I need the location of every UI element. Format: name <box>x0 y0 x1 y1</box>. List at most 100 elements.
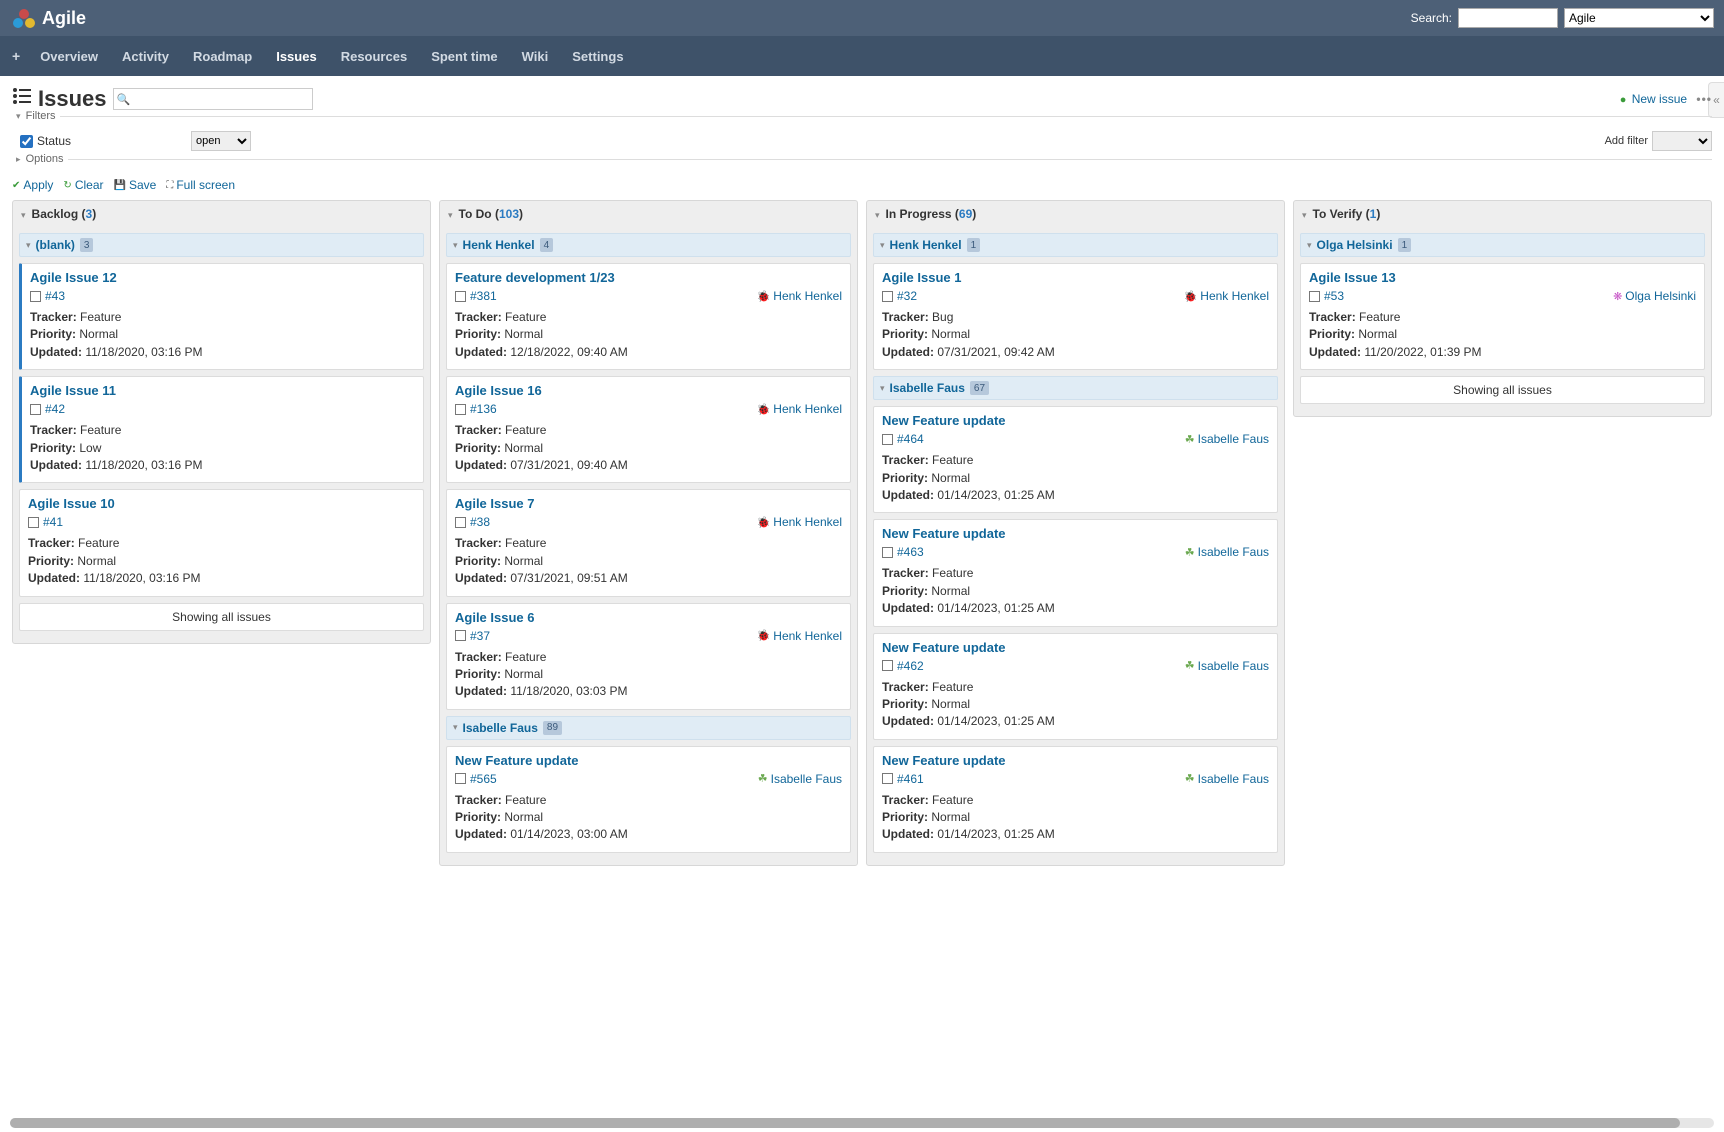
card-checkbox[interactable] <box>28 517 39 528</box>
card-checkbox[interactable] <box>882 773 893 784</box>
issue-id-link[interactable]: #41 <box>43 515 63 529</box>
card-title[interactable]: New Feature update <box>882 413 1269 428</box>
card-title[interactable]: New Feature update <box>455 753 842 768</box>
clear-link[interactable]: ↻ Clear <box>63 178 103 192</box>
issue-id-link[interactable]: #38 <box>470 515 490 529</box>
card-assignee[interactable]: 🐞Henk Henkel <box>757 402 842 416</box>
card-assignee[interactable]: ☘Isabelle Faus <box>758 772 842 786</box>
card-checkbox[interactable] <box>455 404 466 415</box>
issue-id-link[interactable]: #565 <box>470 772 497 786</box>
fullscreen-link[interactable]: ⛶ Full screen <box>166 178 235 192</box>
card-assignee[interactable]: ☘Isabelle Faus <box>1185 659 1269 673</box>
nav-issues[interactable]: Issues <box>264 36 328 76</box>
issue-id-link[interactable]: #463 <box>897 545 924 559</box>
card-checkbox[interactable] <box>455 517 466 528</box>
card-title[interactable]: Agile Issue 1 <box>882 270 1269 285</box>
nav-plus[interactable]: + <box>4 36 28 76</box>
issue-card[interactable]: Feature development 1/23 #381 🐞Henk Henkel… <box>446 263 851 370</box>
nav-wiki[interactable]: Wiki <box>510 36 561 76</box>
issue-id-link[interactable]: #43 <box>45 289 65 303</box>
card-title[interactable]: Feature development 1/23 <box>455 270 842 285</box>
swimlane[interactable]: ▾Henk Henkel4 <box>446 233 851 257</box>
issue-card[interactable]: Agile Issue 10#41Tracker: FeaturePriorit… <box>19 489 424 596</box>
horizontal-scrollbar[interactable] <box>10 1118 1714 1128</box>
card-checkbox[interactable] <box>30 404 41 415</box>
status-filter-select[interactable]: open <box>191 131 251 151</box>
card-assignee[interactable]: ❋Olga Helsinki <box>1613 289 1696 303</box>
issue-card[interactable]: Agile Issue 13#53❋Olga HelsinkiTracker: … <box>1300 263 1705 370</box>
nav-spent-time[interactable]: Spent time <box>419 36 509 76</box>
add-filter-select[interactable] <box>1652 131 1712 151</box>
nav-activity[interactable]: Activity <box>110 36 181 76</box>
issue-id-link[interactable]: #136 <box>470 402 497 416</box>
issue-id-link[interactable]: #462 <box>897 659 924 673</box>
issue-card[interactable]: Agile Issue 6#37🐞Henk HenkelTracker: Fea… <box>446 603 851 710</box>
save-link[interactable]: 💾 Save <box>114 178 157 192</box>
card-assignee[interactable]: ☘Isabelle Faus <box>1185 545 1269 559</box>
swimlane[interactable]: ▾Isabelle Faus89 <box>446 716 851 740</box>
more-actions-icon[interactable]: ••• <box>1696 92 1712 106</box>
issue-card[interactable]: New Feature update#463☘Isabelle FausTrac… <box>873 519 1278 626</box>
card-title[interactable]: New Feature update <box>882 640 1269 655</box>
apply-link[interactable]: ✔ Apply <box>12 178 53 192</box>
issue-card[interactable]: Agile Issue 11#42Tracker: FeaturePriorit… <box>19 376 424 483</box>
card-checkbox[interactable] <box>30 291 41 302</box>
card-checkbox[interactable] <box>882 291 893 302</box>
card-checkbox[interactable] <box>1309 291 1320 302</box>
card-assignee[interactable]: 🐞Henk Henkel <box>1184 289 1269 303</box>
issue-card[interactable]: Agile Issue 12#43Tracker: FeaturePriorit… <box>19 263 424 370</box>
project-select[interactable]: Agile <box>1564 8 1714 28</box>
issue-card[interactable]: New Feature update#464☘Isabelle FausTrac… <box>873 406 1278 513</box>
issue-card[interactable]: Agile Issue 16#136🐞Henk HenkelTracker: F… <box>446 376 851 483</box>
swimlane[interactable]: ▾Isabelle Faus67 <box>873 376 1278 400</box>
issue-id-link[interactable]: #381 <box>470 289 497 303</box>
card-title[interactable]: Agile Issue 13 <box>1309 270 1696 285</box>
issue-card[interactable]: Agile Issue 1#32🐞Henk HenkelTracker: Bug… <box>873 263 1278 370</box>
scrollbar-thumb[interactable] <box>10 1118 1680 1128</box>
card-title[interactable]: Agile Issue 7 <box>455 496 842 511</box>
card-checkbox[interactable] <box>882 547 893 558</box>
column-header[interactable]: ▾In Progress (69) <box>867 201 1284 227</box>
issue-id-link[interactable]: #53 <box>1324 289 1344 303</box>
card-assignee[interactable]: ☘Isabelle Faus <box>1185 432 1269 446</box>
card-title[interactable]: Agile Issue 6 <box>455 610 842 625</box>
card-title[interactable]: Agile Issue 10 <box>28 496 415 511</box>
card-title[interactable]: Agile Issue 11 <box>30 383 415 398</box>
swimlane[interactable]: ▾(blank)3 <box>19 233 424 257</box>
issue-card[interactable]: Agile Issue 7#38🐞Henk HenkelTracker: Fea… <box>446 489 851 596</box>
quick-search[interactable]: 🔍 <box>113 88 313 110</box>
issue-card[interactable]: New Feature update#565☘Isabelle FausTrac… <box>446 746 851 853</box>
card-checkbox[interactable] <box>455 630 466 641</box>
nav-roadmap[interactable]: Roadmap <box>181 36 264 76</box>
issue-card[interactable]: New Feature update#462☘Isabelle FausTrac… <box>873 633 1278 740</box>
nav-settings[interactable]: Settings <box>560 36 635 76</box>
issue-card[interactable]: New Feature update#461☘Isabelle FausTrac… <box>873 746 1278 853</box>
column-header[interactable]: ▾Backlog (3) <box>13 201 430 227</box>
column-header[interactable]: ▾To Do (103) <box>440 201 857 227</box>
card-title[interactable]: Agile Issue 12 <box>30 270 415 285</box>
options-legend[interactable]: ▸ Options <box>12 153 68 165</box>
card-title[interactable]: Agile Issue 16 <box>455 383 842 398</box>
card-assignee[interactable]: 🐞Henk Henkel <box>757 515 842 529</box>
status-filter-checkbox[interactable] <box>20 135 33 148</box>
issue-id-link[interactable]: #32 <box>897 289 917 303</box>
search-input[interactable] <box>1458 8 1558 28</box>
project-title[interactable]: Agile <box>42 8 86 29</box>
swimlane[interactable]: ▾Olga Helsinki1 <box>1300 233 1705 257</box>
card-assignee[interactable]: ☘Isabelle Faus <box>1185 772 1269 786</box>
filters-legend[interactable]: ▾ Filters <box>12 110 60 122</box>
issue-id-link[interactable]: #42 <box>45 402 65 416</box>
issue-id-link[interactable]: #37 <box>470 629 490 643</box>
card-checkbox[interactable] <box>455 773 466 784</box>
card-title[interactable]: New Feature update <box>882 753 1269 768</box>
card-checkbox[interactable] <box>882 660 893 671</box>
card-checkbox[interactable] <box>882 434 893 445</box>
card-checkbox[interactable] <box>455 291 466 302</box>
card-assignee[interactable]: 🐞Henk Henkel <box>757 289 842 303</box>
issue-id-link[interactable]: #464 <box>897 432 924 446</box>
card-assignee[interactable]: 🐞Henk Henkel <box>757 629 842 643</box>
nav-overview[interactable]: Overview <box>28 36 110 76</box>
card-title[interactable]: New Feature update <box>882 526 1269 541</box>
swimlane[interactable]: ▾Henk Henkel1 <box>873 233 1278 257</box>
issue-id-link[interactable]: #461 <box>897 772 924 786</box>
